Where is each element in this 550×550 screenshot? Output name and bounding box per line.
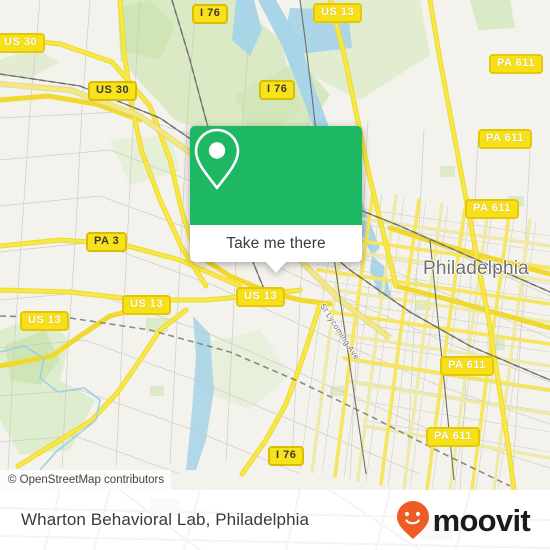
road-shield: US 13 [236, 287, 286, 307]
popup-pin-area [190, 126, 362, 225]
map-canvas[interactable]: I 76 US 13 US 30 PA 611 US 30 I 76 PA 611 PA 61… [0, 0, 550, 490]
road-shield: PA 611 [489, 54, 543, 74]
destination-popup-card[interactable]: Take me there [190, 126, 362, 273]
take-me-there-label: Take me there [226, 234, 326, 252]
road-shield: PA 611 [478, 129, 532, 149]
footer-bar: Wharton Behavioral Lab, Philadelphia moo… [0, 490, 550, 550]
popup-tail [265, 261, 287, 273]
moovit-smiley-pin-icon [396, 501, 429, 539]
moovit-logo[interactable]: moovit [395, 490, 531, 550]
road-shield: US 13 [122, 295, 172, 315]
page-title: Wharton Behavioral Lab, Philadelphia [21, 510, 310, 529]
road-shield: US 13 [313, 3, 363, 23]
road-shield: PA 611 [465, 199, 519, 219]
moovit-station-map-page: I 76 US 13 US 30 PA 611 US 30 I 76 PA 611 PA 61… [0, 0, 550, 550]
road-shield: US 30 [88, 81, 138, 101]
city-label-philadelphia: Philadelphia [423, 258, 529, 279]
road-shield: I 76 [259, 80, 296, 100]
popup-action-area[interactable]: Take me there [190, 225, 362, 273]
road-shield: I 76 [268, 446, 305, 466]
road-shield: US 30 [0, 33, 46, 53]
road-shield: PA 611 [440, 356, 494, 376]
road-shield: I 76 [192, 4, 229, 24]
road-shield: PA 611 [426, 427, 480, 447]
road-shield: PA 3 [86, 232, 128, 252]
location-pin-icon [194, 128, 240, 190]
moovit-wordmark: moovit [432, 502, 531, 538]
map-attribution[interactable]: © OpenStreetMap contributors [0, 470, 172, 490]
road-shield: US 13 [20, 311, 70, 331]
